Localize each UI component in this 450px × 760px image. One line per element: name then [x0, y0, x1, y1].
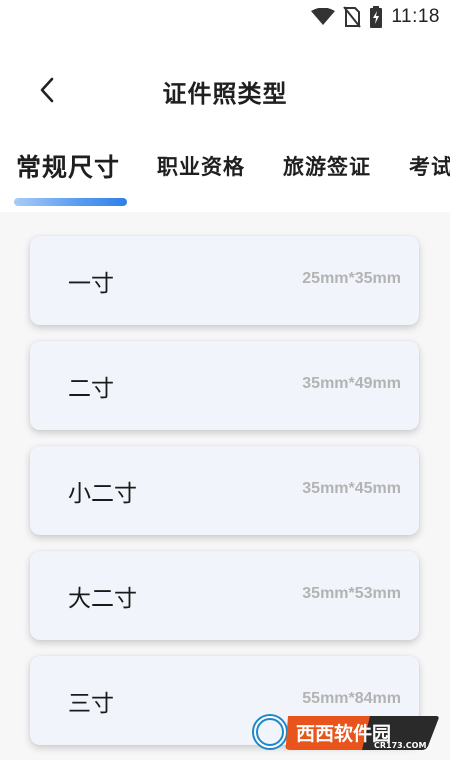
size-dimensions: 55mm*84mm [302, 690, 401, 707]
category-tabs: 常规尺寸 职业资格 旅游签证 考试 [0, 140, 450, 210]
no-sim-icon [343, 6, 362, 28]
size-name: 大二寸 [68, 586, 137, 612]
size-name: 一寸 [68, 271, 114, 297]
size-dimensions: 35mm*53mm [302, 585, 401, 602]
size-name: 小二寸 [68, 481, 137, 507]
size-dimensions: 25mm*35mm [302, 270, 401, 287]
tab-professional-qualification[interactable]: 职业资格 [157, 151, 245, 181]
size-name: 二寸 [68, 376, 114, 402]
battery-charging-icon [369, 6, 383, 28]
size-list: 一寸 25mm*35mm 二寸 35mm*49mm 小二寸 35mm*45mm … [0, 212, 450, 760]
size-dimensions: 35mm*45mm [302, 480, 401, 497]
page-title: 证件照类型 [162, 80, 288, 108]
status-bar: 11:18 [0, 0, 450, 36]
size-card-large-2-cun[interactable]: 大二寸 35mm*53mm [30, 551, 419, 640]
size-name: 三寸 [68, 691, 114, 717]
tab-travel-visa[interactable]: 旅游签证 [283, 151, 371, 181]
status-icons: 11:18 [311, 6, 440, 28]
size-dimensions: 35mm*49mm [302, 375, 401, 392]
tab-exam[interactable]: 考试 [409, 151, 450, 181]
active-tab-indicator [14, 198, 127, 206]
tab-regular-sizes[interactable]: 常规尺寸 [16, 148, 120, 184]
size-card-small-2-cun[interactable]: 小二寸 35mm*45mm [30, 446, 419, 535]
header: 证件照类型 [0, 64, 450, 120]
watermark-site: CR173.COM [374, 741, 426, 750]
size-card-1-cun[interactable]: 一寸 25mm*35mm [30, 236, 419, 325]
status-time: 11:18 [391, 6, 440, 27]
wifi-icon [311, 8, 336, 26]
watermark-logo: 西西软件园 CR173.COM [250, 712, 440, 752]
size-card-2-cun[interactable]: 二寸 35mm*49mm [30, 341, 419, 430]
